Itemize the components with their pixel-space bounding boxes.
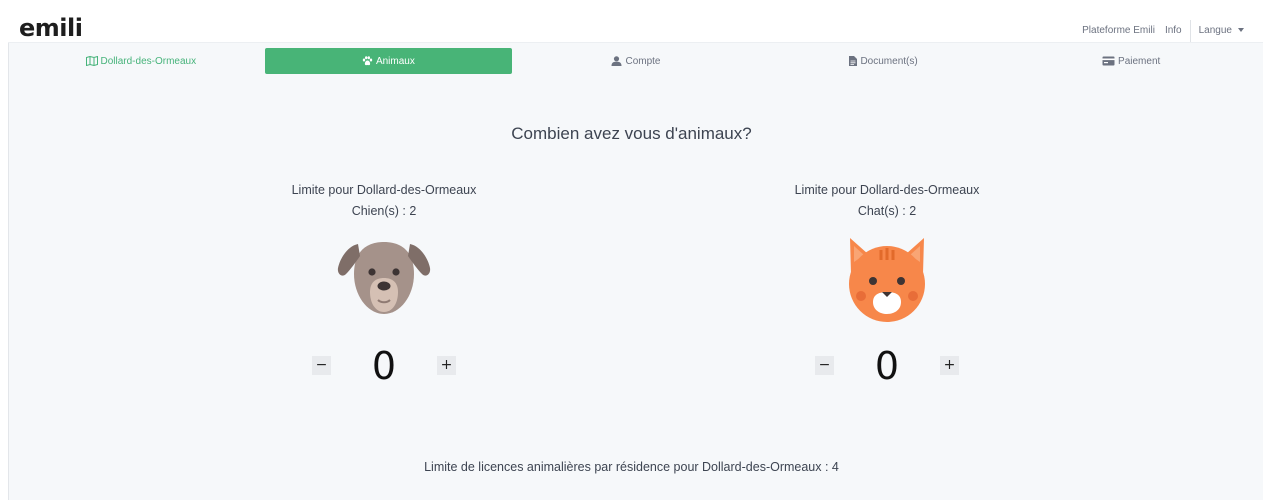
top-navbar: emili Plateforme Emili Info Langue <box>8 13 1263 43</box>
platform-link[interactable]: Plateforme Emili <box>1077 23 1160 39</box>
map-icon <box>85 56 98 66</box>
step-label: Animaux <box>375 55 415 67</box>
step-location[interactable]: Dollard-des-Ormeaux <box>17 48 265 74</box>
cat-quantity-stepper: − 0 + <box>815 346 959 386</box>
nav-divider <box>1189 20 1191 42</box>
cat-limit-label: Limite pour Dollard-des-Ormeaux <box>794 183 980 197</box>
step-label: Compte <box>625 55 661 67</box>
cat-section: Limite pour Dollard-des-Ormeaux Chat(s) … <box>727 182 1047 386</box>
dog-section: Limite pour Dollard-des-Ormeaux Chien(s)… <box>224 182 544 386</box>
paw-icon <box>362 56 373 66</box>
cat-icon <box>837 234 937 324</box>
dog-decrement-button[interactable]: − <box>312 356 331 375</box>
dog-limit-label: Limite pour Dollard-des-Ormeaux <box>291 183 477 197</box>
step-documents[interactable]: Document(s) <box>760 48 1008 74</box>
user-icon <box>611 56 622 66</box>
credit-card-icon <box>1102 56 1115 66</box>
step-label: Document(s) <box>860 55 918 67</box>
page-background <box>8 13 1263 500</box>
language-label: Langue <box>1198 25 1232 36</box>
dog-quantity-stepper: − 0 + <box>312 346 456 386</box>
step-account[interactable]: Compte <box>512 48 760 74</box>
top-nav-links: Plateforme Emili Info Langue <box>1077 20 1249 42</box>
dog-icon <box>334 234 434 324</box>
step-label: Dollard-des-Ormeaux <box>100 55 197 67</box>
document-icon <box>849 56 858 66</box>
step-label: Paiement <box>1118 55 1161 67</box>
dog-limit-count: Chien(s) : 2 <box>351 204 417 218</box>
residence-limit-note: Limite de licences animalières par résid… <box>424 460 839 474</box>
cat-limit-count: Chat(s) : 2 <box>857 204 917 218</box>
cat-increment-button[interactable]: + <box>940 356 959 375</box>
dog-increment-button[interactable]: + <box>437 356 456 375</box>
page-question: Combien avez vous d'animaux? <box>511 124 752 143</box>
step-animals[interactable]: Animaux <box>264 48 513 74</box>
emili-logo[interactable]: emili <box>19 15 83 41</box>
info-link[interactable]: Info <box>1160 23 1187 39</box>
cat-quantity-value: 0 <box>874 344 900 388</box>
cat-decrement-button[interactable]: − <box>815 356 834 375</box>
caret-down-icon <box>1238 28 1244 33</box>
step-payment[interactable]: Paiement <box>1007 48 1255 74</box>
dog-quantity-value: 0 <box>371 344 397 388</box>
wizard-steps: Dollard-des-Ormeaux Animaux Compte Docum… <box>17 48 1255 74</box>
language-dropdown[interactable]: Langue <box>1194 23 1249 39</box>
